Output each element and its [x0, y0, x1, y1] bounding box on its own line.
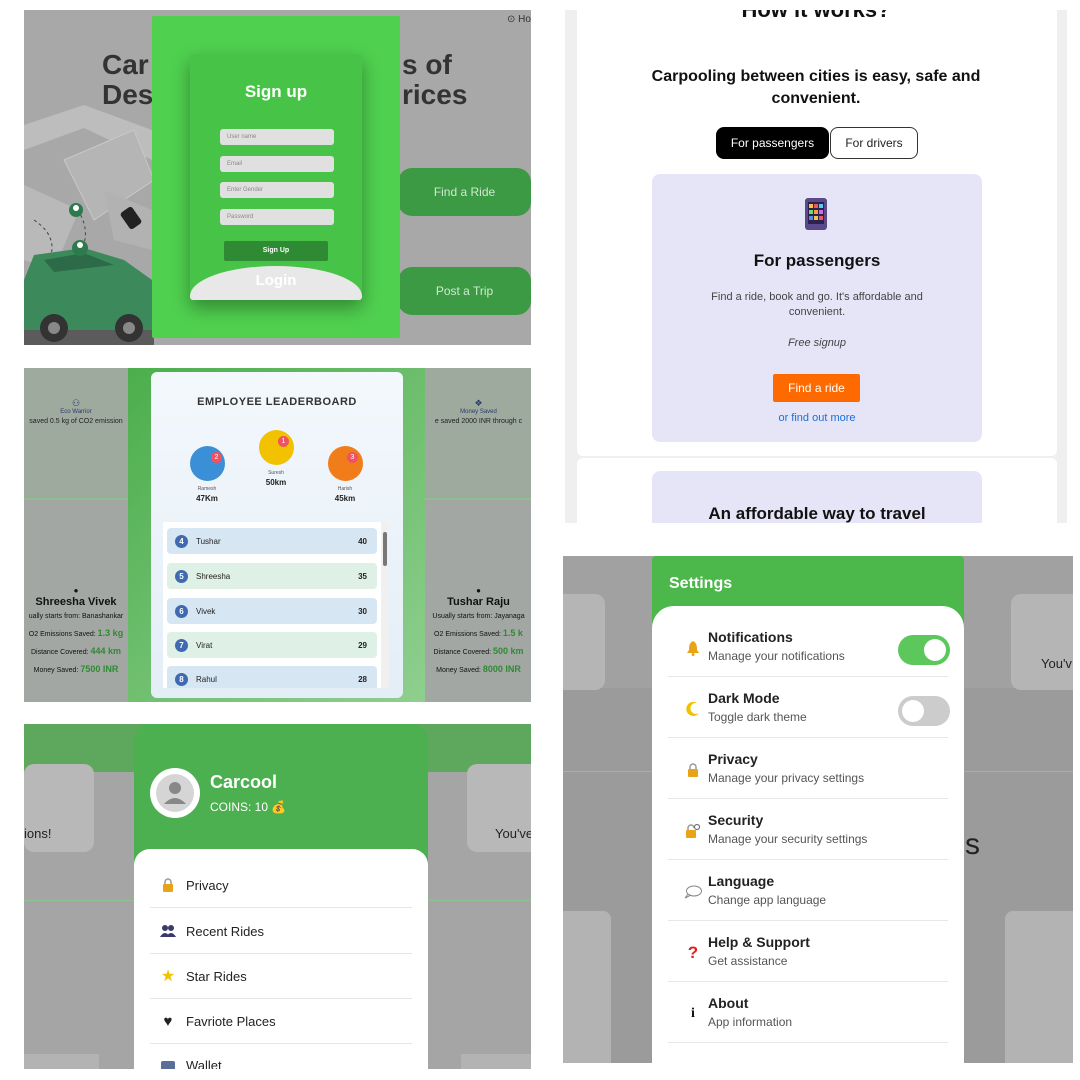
find-ride-button[interactable]: Find a Ride: [398, 168, 531, 216]
signup-card: Sign up User name Email Enter Gender Pas…: [190, 54, 362, 300]
menu-item-wallet[interactable]: Wallet: [150, 1043, 412, 1069]
podium-value: 47Km: [196, 494, 218, 503]
speech-bubble-icon: [682, 882, 704, 902]
profile-menu-screenshot: ions! You've Carcool COINS: 10 💰 Privacy…: [24, 724, 531, 1069]
rank-badge: 3: [347, 452, 358, 463]
list-item: 8 Rahul 28: [167, 666, 377, 688]
password-field[interactable]: Password: [220, 209, 334, 225]
lock-icon: [682, 760, 704, 780]
settings-item-language[interactable]: Language Change app language: [668, 860, 948, 921]
profile-name: Carcool: [210, 772, 278, 792]
passenger-card: For passengers Find a ride, book and go.…: [652, 174, 982, 442]
bg-heading-fragment: s: [965, 828, 980, 861]
signup-title: Sign up: [244, 82, 308, 101]
find-ride-cta[interactable]: Find a ride: [773, 374, 860, 402]
info-icon: i: [691, 1006, 695, 1021]
rank-badge: 1: [278, 436, 289, 447]
settings-list: Notifications Manage your notifications …: [652, 606, 964, 1063]
settings-item-privacy[interactable]: Privacy Manage your privacy settings: [668, 738, 948, 799]
leaderboard-list[interactable]: 4 Tushar 40 5 Shreesha 35 6 Vivek 30 7 Virat 29 …: [163, 522, 389, 688]
star-icon: ★: [160, 968, 176, 985]
rank-badge: 2: [211, 452, 222, 463]
bg-card: You've: [467, 764, 531, 852]
how-heading: Carpooling between cities is easy, safe …: [651, 68, 981, 107]
avatar: [150, 768, 200, 818]
signup-modal: Sign up User name Email Enter Gender Pas…: [152, 16, 400, 338]
card-description: Find a ride, book and go. It's affordabl…: [711, 291, 923, 318]
user-avatar-icon: [156, 774, 194, 812]
question-icon: ?: [687, 943, 699, 962]
how-title: How it works?: [565, 10, 1067, 23]
list-item: 4 Tushar 40: [167, 528, 377, 554]
bg-person-left: ● Shreesha Vivek ually starts from: Bana…: [28, 586, 124, 674]
find-out-more-link[interactable]: or find out more: [652, 412, 982, 424]
money-bag-icon: 💰: [271, 800, 287, 814]
bg-person-right: ● Tushar Raju Usually starts from: Jayan…: [432, 586, 525, 674]
avatar: [328, 446, 363, 481]
post-trip-button[interactable]: Post a Trip: [398, 267, 531, 315]
avatar: [190, 446, 225, 481]
email-field[interactable]: Email: [220, 156, 334, 172]
gender-field[interactable]: Enter Gender: [220, 182, 334, 198]
bg-eco-card: ⚇ Eco Warrior saved 0.5 kg of CO2 emissi…: [29, 398, 123, 425]
login-label[interactable]: Login: [190, 272, 362, 289]
leaderboard-card: EMPLOYEE LEADERBOARD 2 1 3 Ramesh 47Km S…: [151, 372, 403, 698]
podium-value: 50km: [265, 478, 287, 487]
list-item: 7 Virat 29: [167, 632, 377, 658]
notifications-toggle[interactable]: [898, 635, 950, 665]
signup-screenshot: Car Dest s of rices ⊙ Ho Find a Ride Pos…: [24, 10, 531, 345]
menu-item-recent-rides[interactable]: Recent Rides: [150, 909, 412, 954]
settings-screenshot: You'v s Settings Notifications Manage yo…: [563, 556, 1073, 1063]
wallet-icon: [150, 1060, 186, 1069]
people-icon: [150, 924, 186, 938]
menu-item-star-rides[interactable]: ★ Star Rides: [150, 954, 412, 999]
help-link[interactable]: ⊙ Ho: [507, 14, 531, 25]
settings-title: Settings: [669, 575, 733, 592]
settings-item-about[interactable]: i About App information: [668, 982, 948, 1043]
bell-icon: [682, 638, 704, 658]
leaderboard-title: EMPLOYEE LEADERBOARD: [197, 396, 357, 408]
lock-icon: [150, 878, 186, 892]
card-note: Free signup: [787, 337, 847, 349]
leaderboard-screenshot: ⚇ Eco Warrior saved 0.5 kg of CO2 emissi…: [24, 368, 531, 702]
menu-item-favorite-places[interactable]: ♥ Favriote Places: [150, 999, 412, 1044]
podium-name: Suresh: [268, 470, 284, 476]
bg-heading-right: s of rices: [402, 49, 468, 110]
key-lock-icon: [682, 821, 704, 841]
list-item: 6 Vivek 30: [167, 598, 377, 624]
affordable-title: An affordable way to travel: [708, 504, 926, 523]
phone-app-icon: [805, 198, 827, 230]
settings-item-dark-mode[interactable]: Dark Mode Toggle dark theme: [668, 677, 950, 738]
list-item: 5 Shreesha 35: [167, 563, 377, 589]
podium-name: Ramesh: [197, 486, 217, 492]
username-field[interactable]: User name: [220, 129, 334, 145]
signup-button[interactable]: Sign Up: [224, 241, 328, 261]
bg-card: ions!: [24, 764, 94, 852]
podium-name: Harish: [337, 486, 353, 492]
how-it-works-screenshot: How it works? Carpooling between cities …: [565, 10, 1067, 523]
avatar: [259, 430, 294, 465]
coins-count: COINS: 10 💰: [210, 800, 287, 814]
menu-list: Privacy Recent Rides ★ Star Rides ♥ Favr…: [134, 849, 428, 1069]
settings-item-notifications[interactable]: Notifications Manage your notifications: [668, 616, 950, 677]
heart-icon: ♥: [163, 1012, 173, 1030]
menu-item-privacy[interactable]: Privacy: [150, 863, 412, 908]
dark-mode-toggle[interactable]: [898, 696, 950, 726]
settings-item-help[interactable]: ? Help & Support Get assistance: [668, 921, 948, 982]
settings-item-security[interactable]: Security Manage your security settings: [668, 799, 948, 860]
bg-money-card: ❖ Money Saved e saved 2000 INR through c: [434, 398, 523, 425]
podium-value: 45km: [334, 494, 356, 503]
scrollbar[interactable]: [381, 522, 389, 688]
settings-panel: Settings Notifications Manage your notif…: [652, 556, 964, 1063]
tab-passengers[interactable]: For passengers: [716, 127, 829, 159]
profile-drawer: Carcool COINS: 10 💰 Privacy Recent Rides…: [134, 724, 428, 1069]
bg-card: [563, 594, 605, 690]
affordable-card: An affordable way to travel: [652, 471, 982, 523]
bg-card: You'v: [1011, 594, 1073, 690]
tab-drivers[interactable]: For drivers: [830, 127, 918, 159]
card-title: For passengers: [753, 251, 881, 270]
moon-icon: [682, 699, 704, 719]
